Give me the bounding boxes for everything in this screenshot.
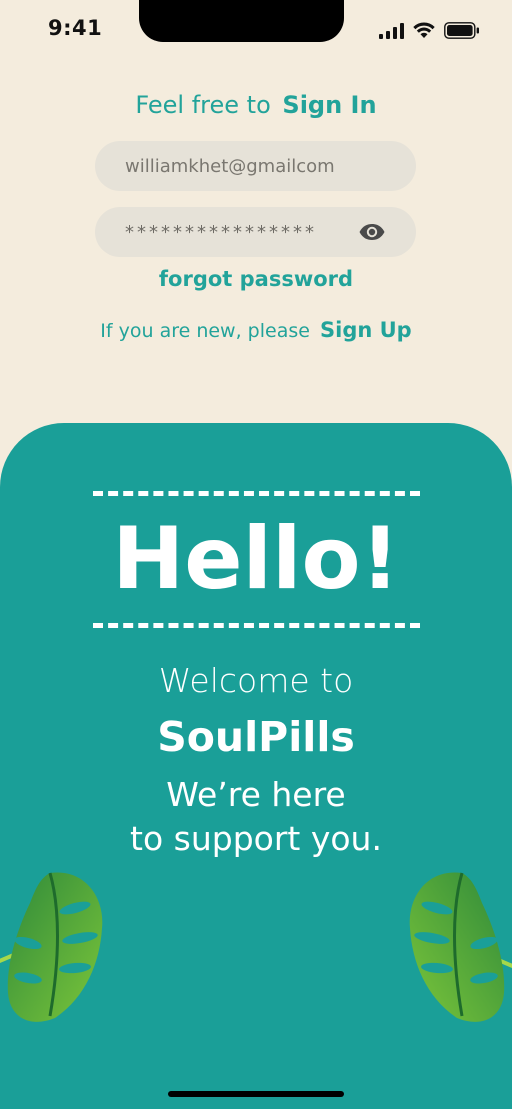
battery-icon: [444, 22, 479, 39]
signup-link[interactable]: Sign Up: [320, 318, 412, 342]
login-screen: 9:41 Feel free to Sign In williamkhet@gm…: [0, 0, 512, 1109]
signin-link[interactable]: Sign In: [282, 91, 376, 119]
password-value: ****************: [125, 221, 317, 243]
tagline-line-2: to support you.: [130, 819, 382, 858]
signin-heading: Feel free to Sign In: [0, 91, 512, 119]
status-icons: [379, 22, 480, 39]
email-value: williamkhet@gmailcom: [125, 155, 335, 177]
new-user-text: If you are new, please: [100, 320, 310, 342]
wifi-icon: [413, 22, 435, 38]
brand-name: SoulPills: [157, 713, 355, 761]
signin-heading-prefix: Feel free to: [135, 91, 271, 119]
signal-icon: [379, 22, 404, 39]
greeting-heading: Hello!: [112, 509, 400, 609]
eye-icon[interactable]: [358, 223, 386, 241]
dashed-divider-top: [93, 491, 420, 496]
home-indicator[interactable]: [168, 1091, 344, 1097]
welcome-text: Welcome to: [158, 661, 354, 700]
password-field[interactable]: ****************: [95, 207, 416, 257]
dashed-divider-bottom: [93, 623, 420, 628]
welcome-card: Hello! Welcome to SoulPills We’re here t…: [0, 423, 512, 1109]
tagline-line-1: We’re here: [166, 775, 346, 814]
email-field[interactable]: williamkhet@gmailcom: [95, 141, 416, 191]
forgot-password-link[interactable]: forgot password: [0, 267, 512, 291]
status-time: 9:41: [48, 16, 103, 40]
monstera-leaf-icon: [409, 872, 512, 1022]
device-notch: [139, 0, 344, 42]
monstera-leaf-icon: [0, 872, 103, 1022]
new-user-prompt: If you are new, please Sign Up: [0, 318, 512, 342]
